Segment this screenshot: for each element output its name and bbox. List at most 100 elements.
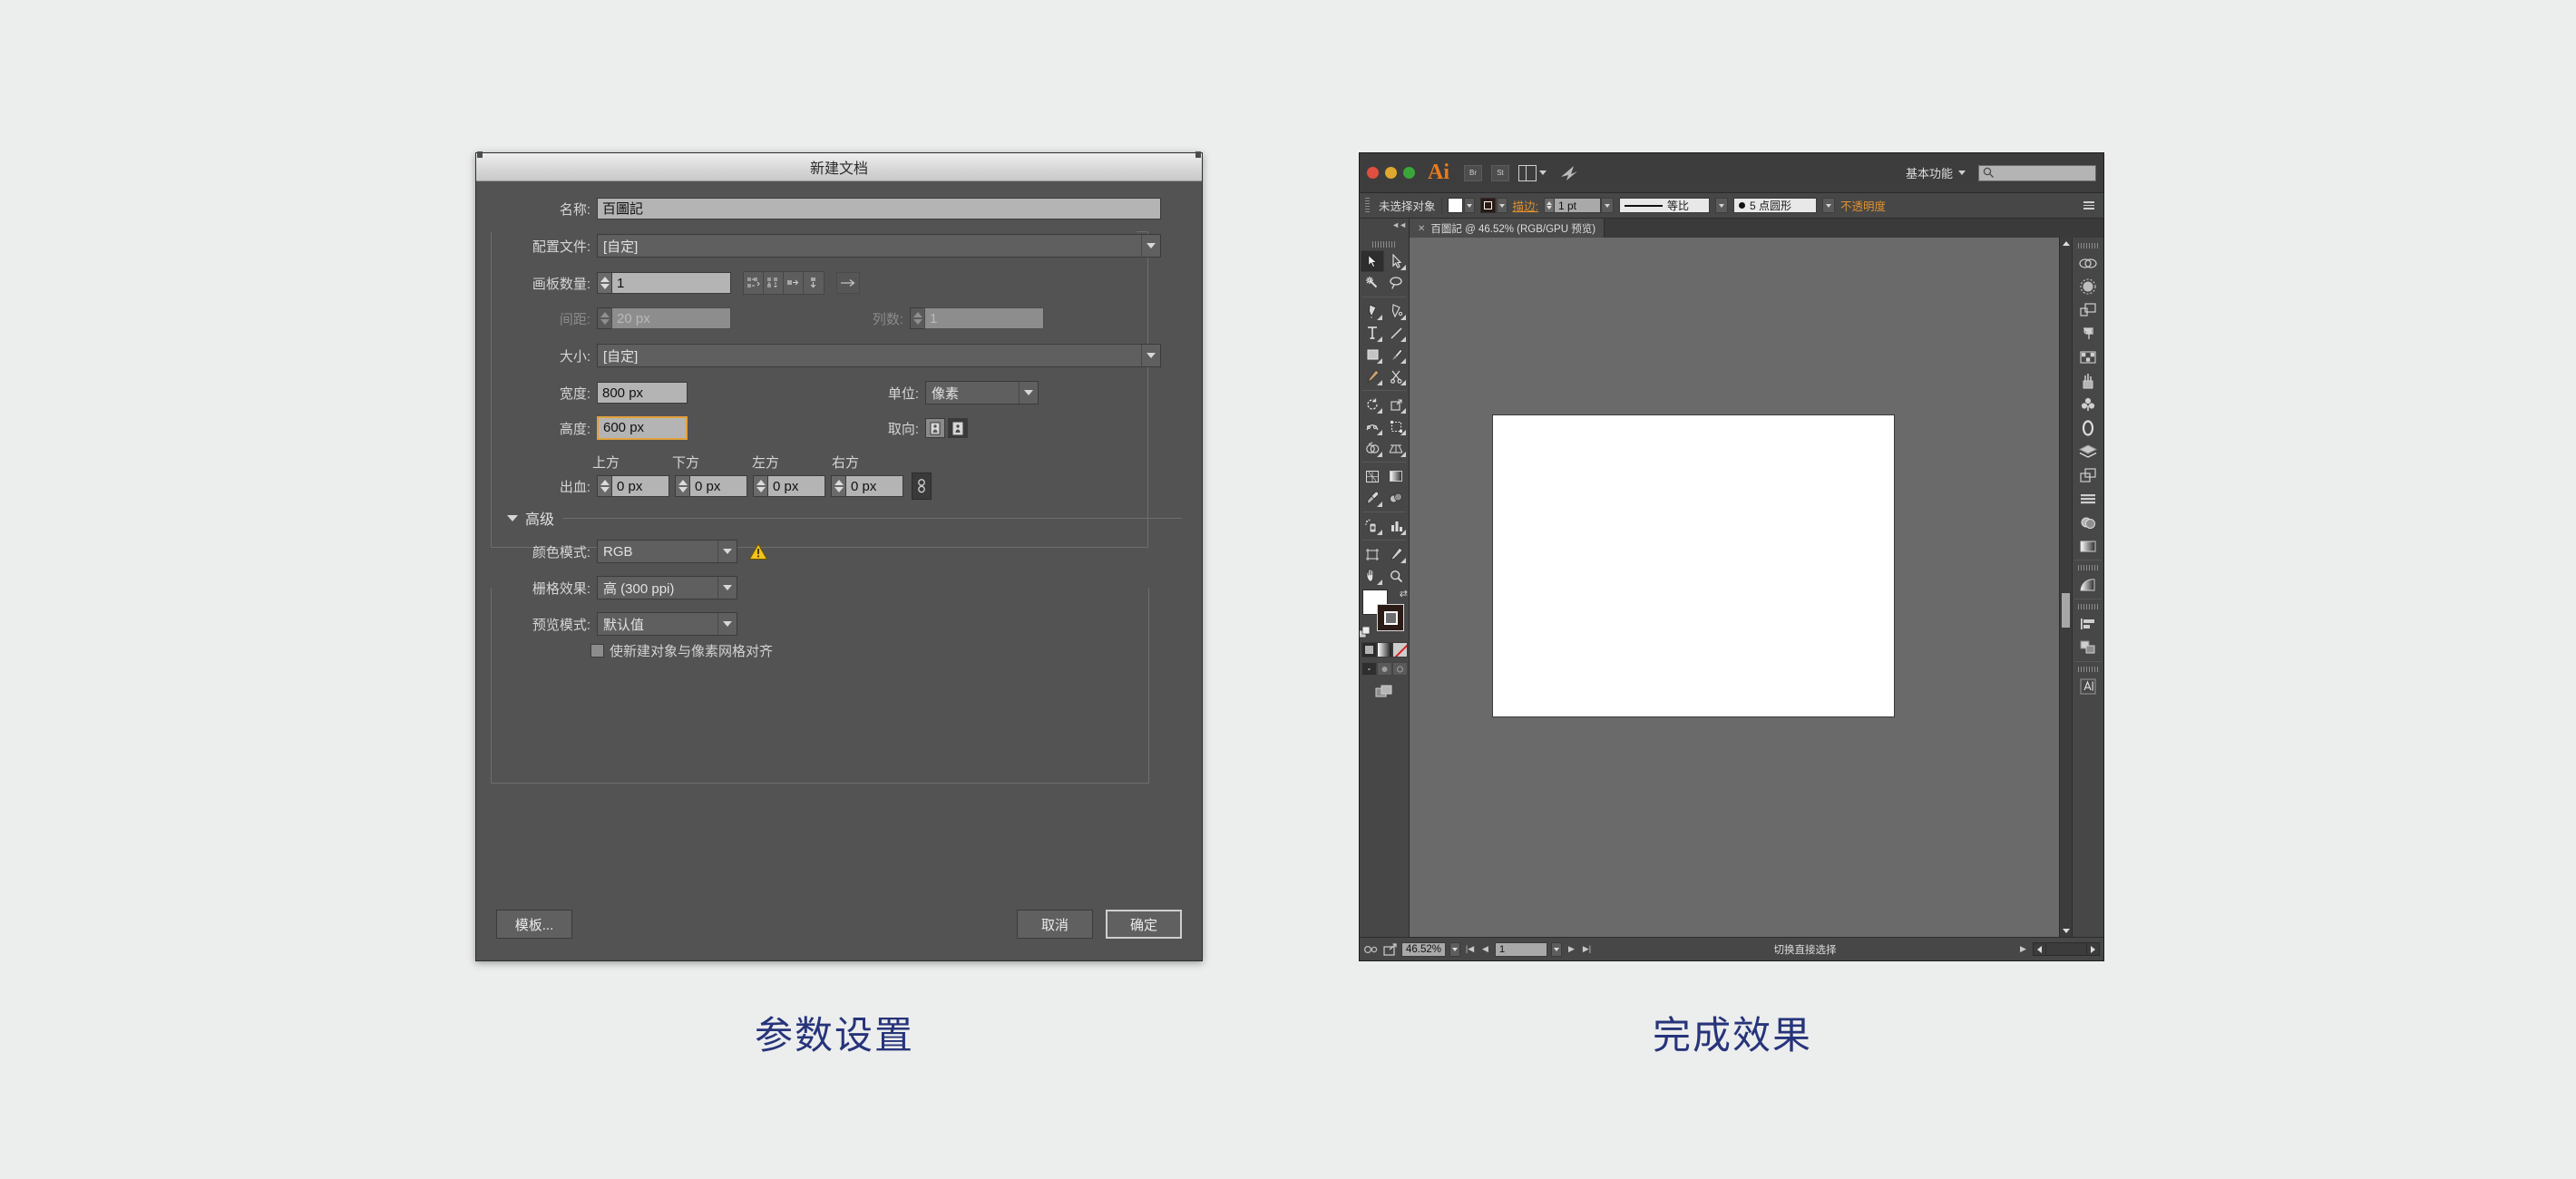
artboard[interactable] <box>1493 415 1894 716</box>
panel-grip-icon[interactable] <box>2078 667 2098 672</box>
chevron-down-icon[interactable] <box>1822 198 1835 213</box>
align-pixel-grid-checkbox[interactable] <box>590 644 604 658</box>
blend-tool[interactable] <box>1384 487 1408 509</box>
symbol-sprayer-tool[interactable] <box>1361 515 1384 537</box>
stock-button[interactable]: St <box>1491 164 1509 181</box>
zoom-tool[interactable] <box>1384 565 1408 587</box>
arrange-documents-button[interactable] <box>1518 164 1547 181</box>
bleed-left-stepper[interactable]: 0 px <box>753 475 825 497</box>
canvas-vertical-scrollbar[interactable] <box>2059 238 2072 937</box>
draw-behind-icon[interactable] <box>1376 662 1392 676</box>
minimize-window-icon[interactable] <box>1385 167 1397 179</box>
stroke-weight-stepper[interactable]: 1 pt <box>1544 198 1614 213</box>
pen-tool[interactable] <box>1361 300 1384 322</box>
chevron-down-icon[interactable] <box>1463 198 1475 213</box>
link-panel-icon[interactable] <box>2074 251 2102 275</box>
brush-libraries-panel-icon[interactable] <box>2074 369 2102 393</box>
zoom-level-input[interactable]: 46.52% <box>1401 941 1447 957</box>
brushes-panel-icon[interactable] <box>2074 275 2102 298</box>
direct-selection-tool[interactable] <box>1384 250 1408 272</box>
row-align-pixel-grid[interactable]: 使新建对象与像素网格对齐 <box>590 641 1182 660</box>
arrange-grid-by-row-icon[interactable] <box>744 272 764 294</box>
stepper-arrows-icon[interactable] <box>831 475 845 497</box>
color-fill-mode-icon[interactable] <box>1361 642 1377 658</box>
none-fill-mode-icon[interactable] <box>1391 642 1408 658</box>
size-select[interactable]: [自定] <box>597 344 1161 367</box>
rotate-tool[interactable] <box>1361 394 1384 415</box>
eyedropper-tool[interactable] <box>1361 487 1384 509</box>
type-tool[interactable] <box>1361 322 1384 344</box>
scroll-left-arrow-icon[interactable] <box>2033 942 2046 956</box>
maximize-window-icon[interactable] <box>1403 167 1415 179</box>
chevron-down-icon[interactable] <box>1496 198 1508 213</box>
gradient-panel-icon[interactable] <box>2074 534 2102 558</box>
variable-width-profile-select[interactable]: 等比 <box>1619 198 1710 213</box>
artboard-dropdown-icon[interactable] <box>1551 941 1563 957</box>
preview-select[interactable]: 默认值 <box>597 612 737 636</box>
scroll-down-arrow-icon[interactable] <box>2060 925 2072 937</box>
lasso-tool[interactable] <box>1384 272 1408 294</box>
hand-tool[interactable] <box>1361 565 1384 587</box>
magic-wand-tool[interactable] <box>1361 272 1384 294</box>
chevron-down-icon[interactable] <box>1019 382 1038 404</box>
control-panel-menu-icon[interactable] <box>2083 201 2098 209</box>
stroke-weight-input[interactable]: 1 pt <box>1554 198 1601 213</box>
character-panel-icon[interactable] <box>2074 675 2102 698</box>
perspective-grid-tool[interactable] <box>1384 437 1408 459</box>
share-on-behance-icon[interactable] <box>1383 942 1398 956</box>
chevron-down-icon[interactable] <box>1601 198 1614 213</box>
rectangle-tool[interactable] <box>1361 344 1384 365</box>
ok-button[interactable]: 确定 <box>1106 910 1182 939</box>
artboards-input[interactable]: 1 <box>611 272 731 294</box>
color-mode-select[interactable]: RGB <box>597 540 737 563</box>
triangle-down-icon[interactable] <box>507 514 518 521</box>
stroke-weight-label[interactable]: 描边: <box>1513 197 1538 214</box>
graphic-styles-panel-icon[interactable] <box>2074 416 2102 440</box>
arrange-direction-ltr-icon[interactable] <box>836 272 860 294</box>
stroke-swatch-icon[interactable] <box>1479 198 1496 213</box>
stepper-arrows-icon[interactable] <box>1544 198 1554 213</box>
cancel-button[interactable]: 取消 <box>1017 910 1093 939</box>
fill-swatch-icon[interactable] <box>1447 198 1463 213</box>
slice-tool[interactable] <box>1384 543 1408 565</box>
scissors-tool[interactable] <box>1384 365 1408 387</box>
paintbrush-tool[interactable] <box>1384 344 1408 365</box>
scroll-right-arrow-icon[interactable] <box>2086 942 2100 956</box>
gradient-tool[interactable] <box>1384 465 1408 487</box>
chevron-down-icon[interactable] <box>717 541 737 562</box>
scrollbar-thumb[interactable] <box>2062 593 2070 628</box>
default-fill-stroke-icon[interactable] <box>1360 627 1371 638</box>
panel-grip-icon[interactable] <box>2078 243 2098 248</box>
draw-normal-icon[interactable] <box>1361 662 1377 676</box>
artboard-number-input[interactable]: 1 <box>1495 941 1548 957</box>
free-transform-tool[interactable] <box>1384 415 1408 437</box>
chevron-down-icon[interactable] <box>717 577 737 599</box>
bleed-top-stepper[interactable]: 0 px <box>597 475 669 497</box>
line-segment-tool[interactable] <box>1384 322 1408 344</box>
swatches-panel-icon[interactable] <box>2074 346 2102 369</box>
last-artboard-icon[interactable]: ▶| <box>1581 942 1593 957</box>
scale-tool[interactable] <box>1384 394 1408 415</box>
stepper-arrows-icon[interactable] <box>753 475 767 497</box>
profile-select[interactable]: [自定] <box>597 234 1161 258</box>
paragraph-panel-icon[interactable] <box>2074 322 2102 346</box>
panel-grip-icon[interactable] <box>1372 241 1396 248</box>
workspace-switcher-label[interactable]: 基本功能 <box>1906 164 1953 181</box>
swap-fill-stroke-icon[interactable]: ⇄ <box>1400 588 1408 599</box>
fill-color-control[interactable] <box>1447 198 1475 213</box>
chevron-down-icon[interactable] <box>717 613 737 635</box>
next-artboard-icon[interactable]: ▶ <box>1566 942 1577 957</box>
status-menu-icon[interactable]: ▶ <box>2017 942 2029 957</box>
stroke-panel-icon[interactable] <box>2074 487 2102 511</box>
zoom-dropdown-icon[interactable] <box>1449 941 1461 957</box>
canvas-area[interactable] <box>1410 238 2072 937</box>
orientation-landscape-button[interactable] <box>948 418 968 438</box>
panel-grip-icon[interactable] <box>2078 604 2098 609</box>
transparency-panel-icon[interactable] <box>2074 463 2102 487</box>
gradient-fill-mode-icon[interactable] <box>1376 642 1392 658</box>
stepper-arrows-icon[interactable] <box>597 272 611 294</box>
close-icon[interactable]: ✕ <box>1418 224 1425 234</box>
chevron-down-icon[interactable] <box>1141 235 1160 257</box>
arrange-grid-by-column-icon[interactable] <box>764 272 784 294</box>
bleed-bottom-stepper[interactable]: 0 px <box>675 475 747 497</box>
